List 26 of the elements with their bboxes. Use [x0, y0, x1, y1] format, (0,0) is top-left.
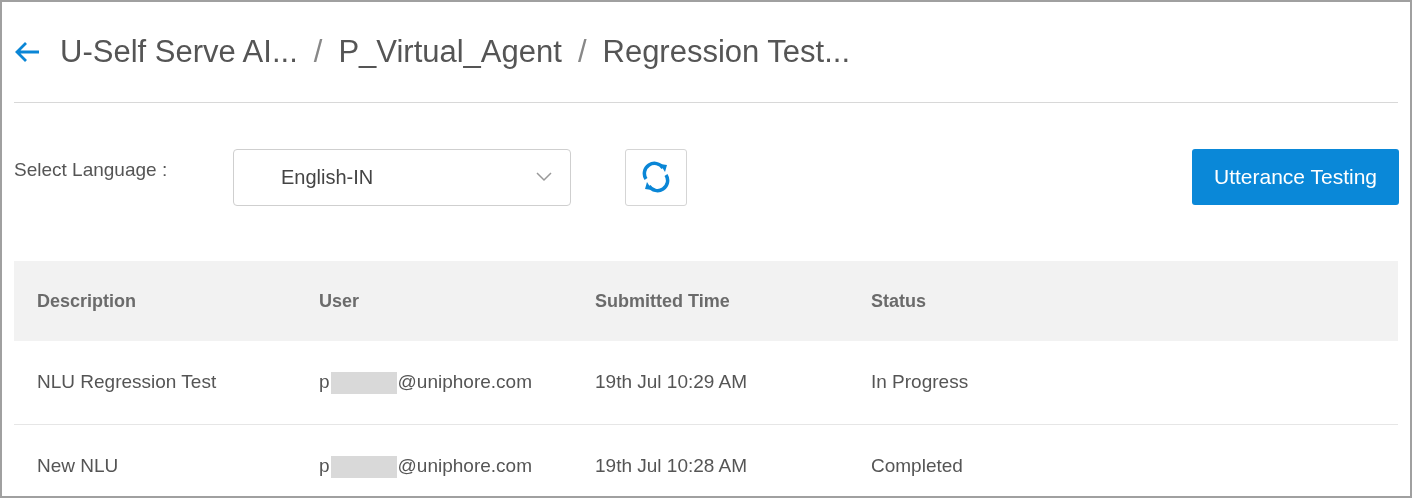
table-cell-text: NLU Regression Test — [37, 370, 218, 395]
breadcrumb-item[interactable]: P_Virtual_Agent — [338, 28, 562, 76]
table-cell-text: p — [319, 454, 330, 479]
breadcrumb-separator: / — [577, 32, 587, 71]
language-dropdown[interactable]: English-IN — [233, 148, 571, 206]
table-cell-text: 19th Jul 10:28 AM — [595, 454, 749, 479]
table-cell-text: New NLU — [37, 454, 120, 479]
refresh-button[interactable] — [625, 148, 687, 206]
table-cell-text: Completed — [871, 454, 964, 479]
column-header: Status — [871, 289, 927, 313]
table-cell-text: @uniphore.com — [397, 370, 532, 395]
table-cell-text: p — [319, 370, 330, 395]
field-label: Select Language : — [14, 158, 169, 182]
table-cell-text: In Progress — [871, 370, 970, 395]
column-header: Description — [37, 289, 138, 313]
breadcrumb-item[interactable]: U-Self Serve AI... — [60, 28, 298, 76]
column-header: User — [319, 289, 361, 313]
back-arrow-icon[interactable] — [14, 41, 40, 63]
table-cell-text: 19th Jul 10:29 AM — [595, 370, 749, 395]
chevron-down-icon — [536, 172, 552, 182]
breadcrumb-item: Regression Test... — [602, 32, 851, 71]
table-cell-text: @uniphore.com — [397, 454, 532, 479]
breadcrumb-separator: / — [313, 32, 323, 71]
column-header: Submitted Time — [595, 289, 731, 313]
refresh-icon — [640, 161, 672, 193]
utterance-testing-button[interactable]: Utterance Testing — [1192, 149, 1399, 205]
